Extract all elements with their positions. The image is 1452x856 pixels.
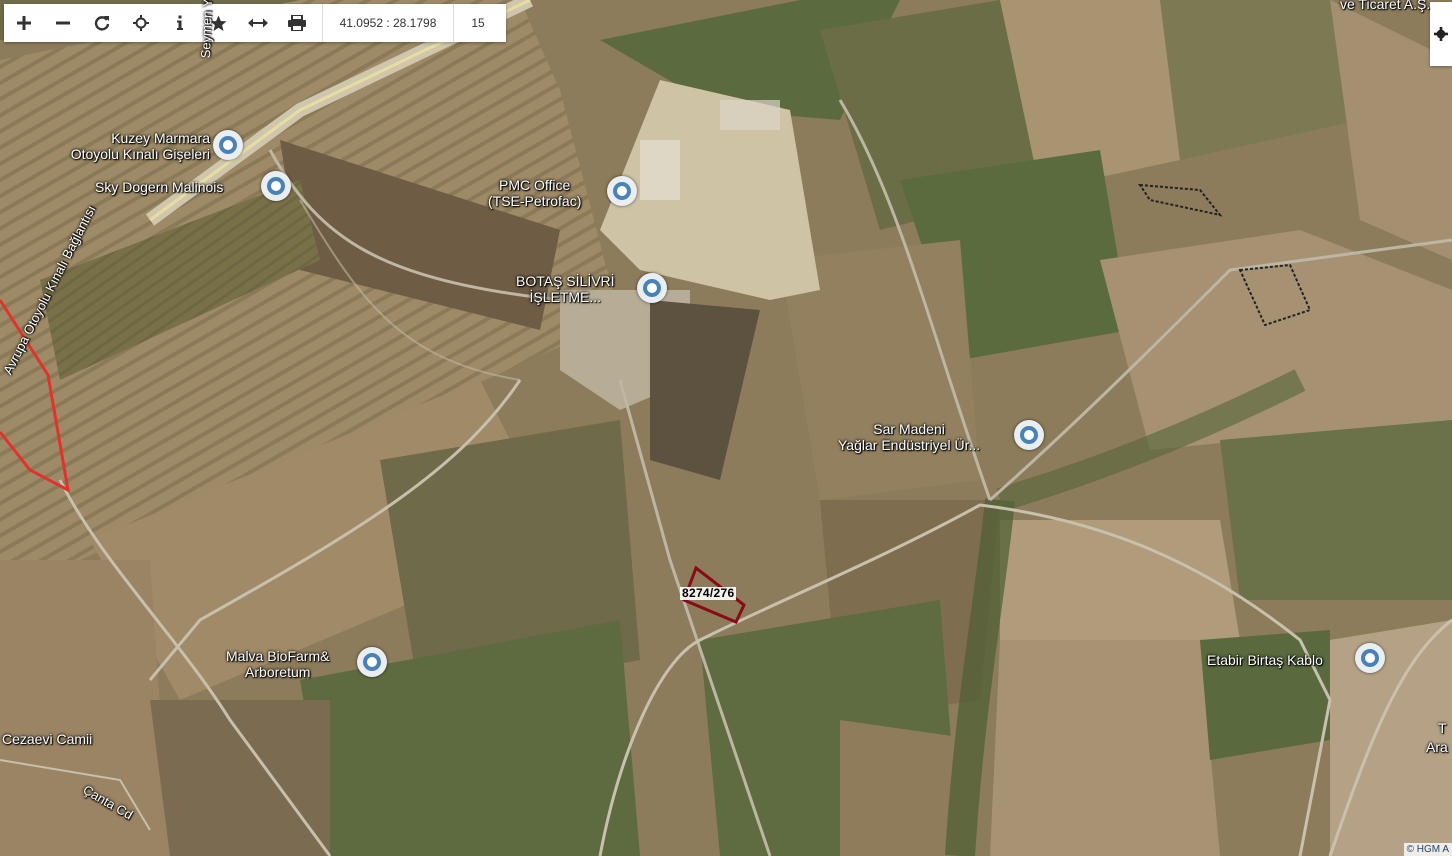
print-button[interactable] bbox=[277, 4, 316, 42]
area-label-cezaevi-camii: Cezaevi Camii bbox=[2, 731, 93, 747]
location-pin-icon bbox=[1020, 426, 1038, 444]
satellite-map[interactable] bbox=[0, 0, 1452, 856]
place-pin-kuzey-marmara[interactable] bbox=[213, 130, 243, 160]
map-toolbar: 41.0952 : 28.1798 15 bbox=[4, 4, 506, 42]
coordinates-display: 41.0952 : 28.1798 bbox=[322, 4, 454, 42]
settings-button[interactable] bbox=[1430, 2, 1452, 66]
parcel-label[interactable]: 8274/276 bbox=[680, 587, 737, 600]
refresh-button[interactable] bbox=[82, 4, 121, 42]
place-pin-sky-dogern[interactable] bbox=[261, 171, 291, 201]
gear-icon bbox=[1434, 27, 1448, 41]
plus-icon bbox=[16, 16, 31, 30]
place-label-etabir: Etabir Birtaş Kablo bbox=[1207, 652, 1323, 668]
place-pin-sar-madeni[interactable] bbox=[1014, 420, 1044, 450]
zoom-in-button[interactable] bbox=[4, 4, 43, 42]
measure-button[interactable] bbox=[238, 4, 277, 42]
edge-label-top-right: ve Ticaret A.Ş. bbox=[1340, 0, 1431, 12]
location-pin-icon bbox=[219, 136, 237, 154]
place-label-malva: Malva BioFarm& Arboretum bbox=[226, 648, 330, 680]
locate-button[interactable] bbox=[121, 4, 160, 42]
place-pin-etabir[interactable] bbox=[1355, 643, 1385, 673]
place-pin-botas[interactable] bbox=[637, 273, 667, 303]
location-pin-icon bbox=[363, 653, 381, 671]
printer-icon bbox=[287, 15, 306, 31]
crosshair-icon bbox=[132, 15, 149, 31]
info-button[interactable] bbox=[160, 4, 199, 42]
edge-label-right-2: Ara bbox=[1426, 739, 1448, 755]
info-icon bbox=[176, 15, 183, 30]
place-label-pmc-office: PMC Office (TSE-Petrofac) bbox=[488, 177, 582, 209]
place-pin-pmc-office[interactable] bbox=[607, 176, 637, 206]
zoom-out-button[interactable] bbox=[43, 4, 82, 42]
zoom-level: 15 bbox=[471, 16, 485, 30]
location-pin-icon bbox=[613, 182, 631, 200]
edge-label-right-1: T bbox=[1438, 720, 1447, 736]
place-label-kuzey-marmara: Kuzey Marmara Otoyolu Kınalı Gişeleri bbox=[70, 130, 210, 162]
place-label-botas: BOTAŞ SİLİVRİ İŞLETME... bbox=[516, 273, 615, 305]
road-label-seymen: Seymen Yo bbox=[198, 0, 216, 59]
map-attribution[interactable]: © HGM A bbox=[1403, 843, 1452, 856]
place-pin-malva[interactable] bbox=[357, 647, 387, 677]
refresh-icon bbox=[94, 16, 109, 31]
location-pin-icon bbox=[1361, 649, 1379, 667]
place-label-sar-madeni: Sar Madeni Yağlar Endüstriyel Ür... bbox=[838, 421, 981, 453]
arrows-horizontal-icon bbox=[247, 18, 268, 28]
place-label-sky-dogern: Sky Dogern Malinois bbox=[95, 179, 224, 195]
location-pin-icon bbox=[643, 279, 661, 297]
minus-icon bbox=[55, 21, 70, 25]
location-pin-icon bbox=[267, 177, 285, 195]
